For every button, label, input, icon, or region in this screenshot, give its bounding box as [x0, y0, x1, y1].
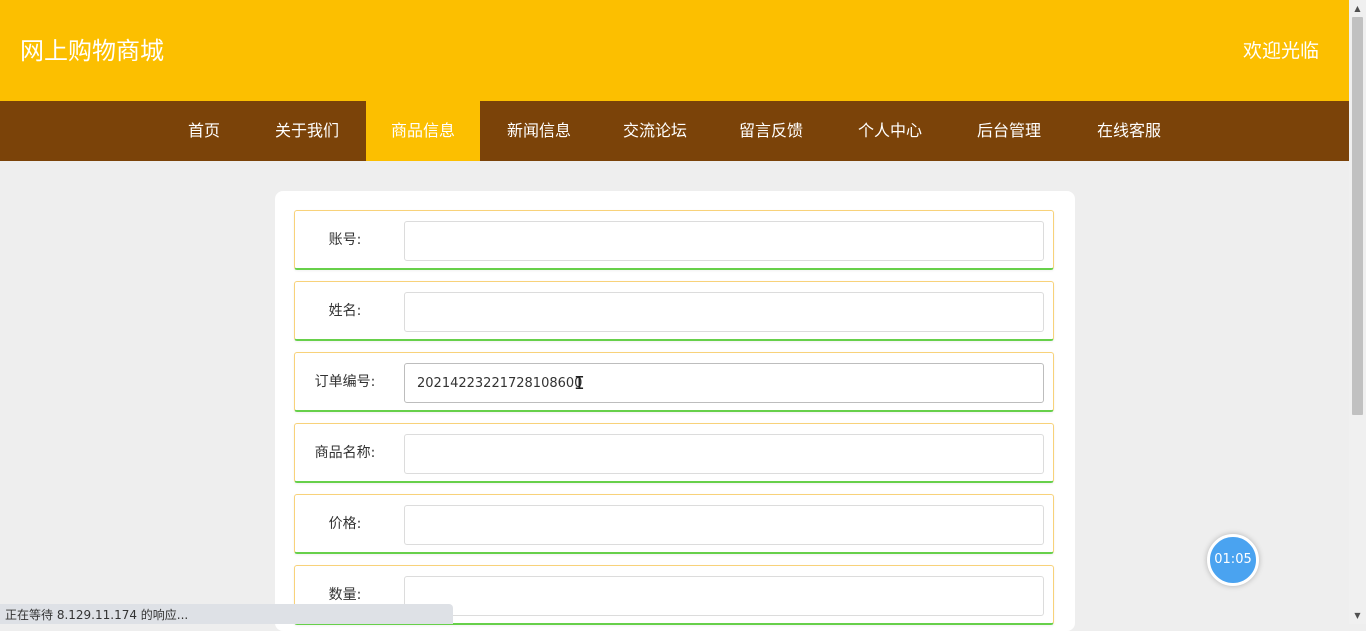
form-row-order-number: 订单编号: — [294, 352, 1054, 412]
nav-item-user-center[interactable]: 个人中心 — [847, 101, 933, 161]
nav-item-online-service[interactable]: 在线客服 — [1086, 101, 1172, 161]
price-label: 价格: — [328, 516, 362, 532]
nav-item-admin[interactable]: 后台管理 — [966, 101, 1052, 161]
browser-status-bar: 正在等待 8.129.11.174 的响应... — [0, 604, 453, 624]
nav-item-forum[interactable]: 交流论坛 — [612, 101, 698, 161]
nav-item-feedback[interactable]: 留言反馈 — [728, 101, 814, 161]
site-title: 网上购物商城 — [20, 37, 164, 65]
product-name-input[interactable] — [404, 434, 1044, 474]
product-name-label: 商品名称: — [314, 445, 376, 461]
scroll-down-icon[interactable]: ▼ — [1349, 607, 1366, 624]
price-input[interactable] — [404, 505, 1044, 545]
form-panel: 账号: 姓名: 订单编号: 商品名称: 价格: 数量: — [275, 191, 1075, 631]
main-nav: 首页 关于我们 商品信息 新闻信息 交流论坛 留言反馈 个人中心 后台管理 在线… — [0, 101, 1349, 161]
site-header: 网上购物商城 欢迎光临 — [0, 0, 1349, 101]
nav-item-products[interactable]: 商品信息 — [366, 101, 480, 161]
quantity-input[interactable] — [404, 576, 1044, 616]
nav-item-home[interactable]: 首页 — [174, 101, 234, 161]
scroll-thumb[interactable] — [1352, 17, 1363, 415]
timer-badge[interactable]: 01:05 — [1207, 534, 1259, 586]
welcome-text: 欢迎光临 — [1242, 40, 1319, 62]
text-cursor-icon: Ι — [574, 373, 585, 394]
order-number-label: 订单编号: — [314, 374, 376, 390]
scroll-up-icon[interactable]: ▲ — [1349, 0, 1366, 17]
name-label: 姓名: — [328, 303, 362, 319]
account-label: 账号: — [328, 232, 362, 248]
page-scrollbar[interactable]: ▲ ▼ — [1349, 0, 1366, 624]
nav-item-about[interactable]: 关于我们 — [264, 101, 350, 161]
account-input[interactable] — [404, 221, 1044, 261]
form-row-account: 账号: — [294, 210, 1054, 270]
name-input[interactable] — [404, 292, 1044, 332]
order-number-input[interactable] — [404, 363, 1044, 403]
form-row-product-name: 商品名称: — [294, 423, 1054, 483]
form-row-name: 姓名: — [294, 281, 1054, 341]
nav-item-news[interactable]: 新闻信息 — [496, 101, 582, 161]
form-row-price: 价格: — [294, 494, 1054, 554]
